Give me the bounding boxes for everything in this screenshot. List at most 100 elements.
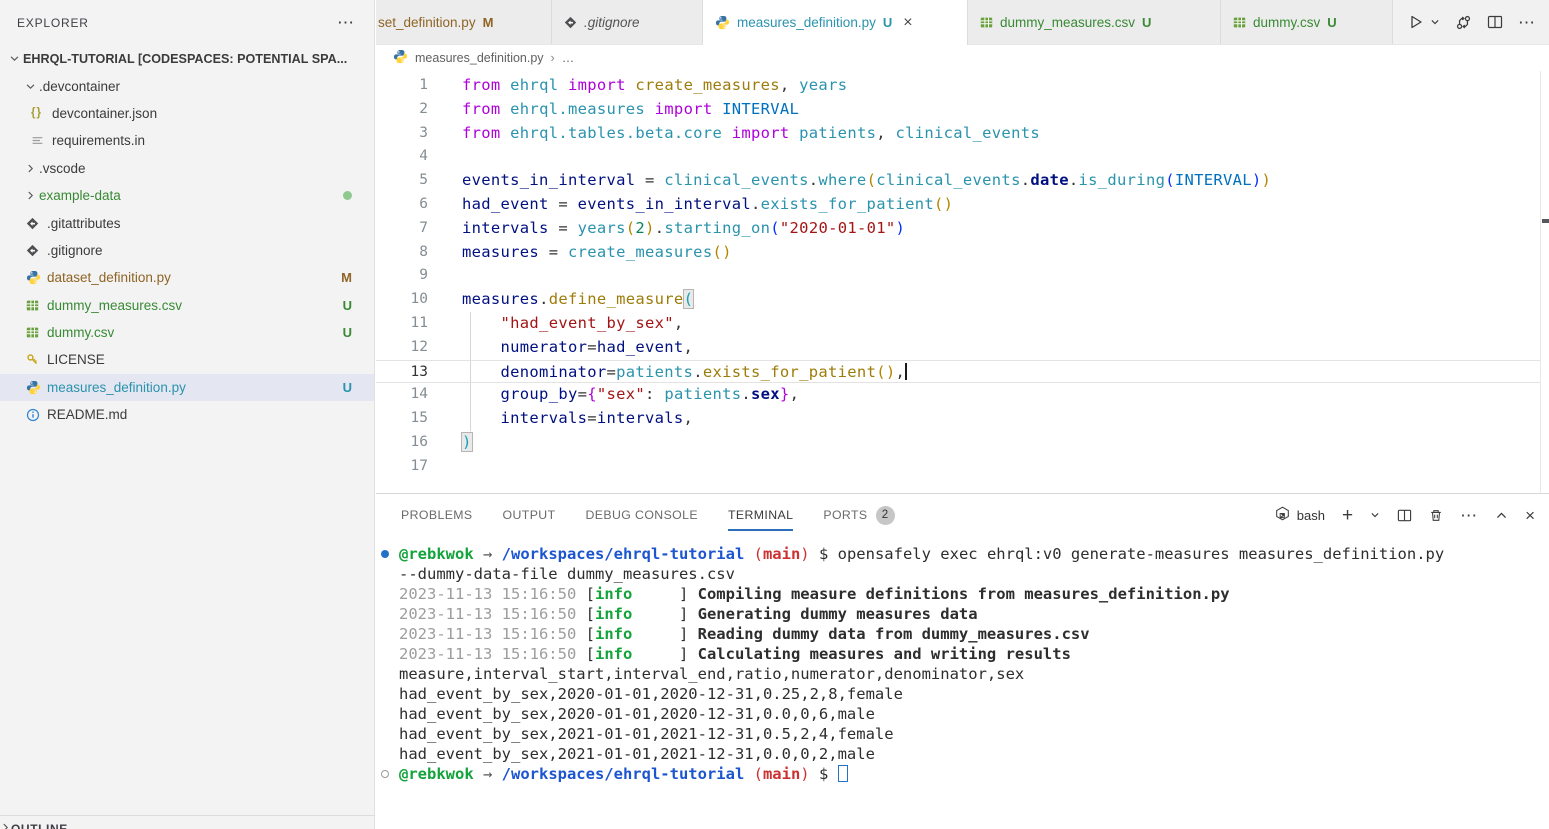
editor-cursor [905, 363, 907, 380]
git-status-badge: M [341, 270, 352, 285]
shell-name: bash [1297, 508, 1325, 523]
terminal-shell-label[interactable]: bash [1275, 506, 1325, 524]
file-label: .gitattributes [47, 216, 121, 231]
outline-section-header[interactable]: OUTLINE [0, 818, 374, 829]
terminal-line-9: had_event_by_sex,2020-01-01,2020-12-31,0… [376, 704, 1549, 724]
panel-header: PROBLEMS OUTPUT DEBUG CONSOLE TERMINAL PORTS… [376, 494, 1549, 536]
terminal-cursor [838, 765, 848, 782]
code-line-11[interactable]: 11 "had_event_by_sex", [376, 312, 1540, 336]
sidebar-item-dummy-measures-csv[interactable]: dummy_measures.csv U [0, 292, 374, 319]
tab-dummy-csv[interactable]: dummy.csvU [1221, 0, 1393, 44]
code-line-8[interactable]: 8measures = create_measures() [376, 241, 1540, 265]
panel-tab-debug-console[interactable]: DEBUG CONSOLE [586, 494, 698, 536]
tab-set-definition-py[interactable]: set_definition.pyM [376, 0, 552, 44]
code-line-9[interactable]: 9 [376, 264, 1540, 288]
code-line-14[interactable]: 14 group_by={"sex": patients.sex}, [376, 383, 1540, 407]
code-line-13[interactable]: 13 denominator=patients.exists_for_patie… [376, 360, 1540, 384]
tab-label: dummy.csv [1253, 15, 1320, 30]
code-editor[interactable]: 1from ehrql import create_measures, year… [376, 71, 1540, 493]
close-icon[interactable]: × [1525, 507, 1535, 524]
chevron-down-icon [22, 81, 39, 92]
code-line-17[interactable]: 17 [376, 455, 1540, 479]
git-status-badge: U [343, 298, 352, 313]
split-editor-icon[interactable] [1487, 14, 1503, 30]
tab-gitignore[interactable]: .gitignore [552, 0, 703, 44]
code-line-7[interactable]: 7intervals = years(2).starting_on("2020-… [376, 217, 1540, 241]
chevron-right-icon [22, 190, 39, 201]
code-line-4[interactable]: 4 [376, 145, 1540, 169]
run-icon[interactable] [1408, 14, 1424, 30]
code-line-5[interactable]: 5events_in_interval = clinical_events.wh… [376, 169, 1540, 193]
chevron-right-icon [0, 822, 11, 829]
line-number: 15 [376, 407, 428, 431]
more-actions-icon[interactable]: ⋯ [337, 13, 356, 33]
tab-measures-definition-py[interactable]: measures_definition.pyU× [703, 0, 968, 45]
code-line-6[interactable]: 6had_event = events_in_interval.exists_f… [376, 193, 1540, 217]
code-line-12[interactable]: 12 numerator=had_event, [376, 336, 1540, 360]
code-text: from ehrql.measures import INTERVAL [462, 98, 799, 122]
sidebar-item-requirements-in[interactable]: requirements.in [0, 127, 374, 154]
sidebar-item-example-data[interactable]: example-data [0, 182, 374, 209]
code-line-3[interactable]: 3from ehrql.tables.beta.core import pati… [376, 122, 1540, 146]
dropdown-icon[interactable] [1370, 510, 1380, 520]
git-status-badge: U [1142, 15, 1151, 30]
panel-tab-terminal[interactable]: TERMINAL [728, 494, 793, 536]
git-status-badge: M [483, 15, 494, 30]
csv-icon [980, 16, 993, 29]
terminal-content[interactable]: @rebkwok → /workspaces/ehrql-tutorial (m… [376, 544, 1549, 829]
sidebar-item-measures-definition-py[interactable]: measures_definition.pyU [0, 374, 374, 401]
sidebar-item-dummy-csv[interactable]: dummy.csvU [0, 319, 374, 346]
prompt-decoration-icon [381, 770, 389, 778]
csv-icon [1233, 16, 1246, 29]
editor-scrollbar[interactable] [1540, 71, 1549, 493]
code-line-10[interactable]: 10measures.define_measure( [376, 288, 1540, 312]
panel-tab-ports[interactable]: PORTS2 [823, 494, 894, 536]
file-label: .vscode [39, 161, 86, 176]
git-status-badge: U [343, 325, 352, 340]
python-icon [393, 49, 408, 67]
sidebar-item-devcontainer[interactable]: .devcontainer [0, 72, 374, 99]
line-number: 2 [376, 98, 428, 122]
file-label: requirements.in [52, 133, 145, 148]
code-line-1[interactable]: 1from ehrql import create_measures, year… [376, 74, 1540, 98]
explorer-title: EXPLORER [17, 16, 89, 30]
code-line-15[interactable]: 15 intervals=intervals, [376, 407, 1540, 431]
close-tab-icon[interactable]: × [903, 15, 912, 31]
terminal-line-1: @rebkwok → /workspaces/ehrql-tutorial (m… [376, 544, 1549, 564]
sidebar-item-devcontainer-json[interactable]: {}devcontainer.json [0, 100, 374, 127]
sidebar-item-ehrql-tutorial-codespaces-potential-spa[interactable]: EHRQL-TUTORIAL [CODESPACES: POTENTIAL SP… [0, 45, 374, 72]
breadcrumb-symbol[interactable]: … [562, 51, 575, 65]
panel-tab-output[interactable]: OUTPUT [503, 494, 556, 536]
maximize-icon[interactable] [1495, 509, 1508, 522]
code-text: had_event = events_in_interval.exists_fo… [462, 193, 953, 217]
line-number: 14 [376, 383, 428, 407]
kill-terminal-icon[interactable] [1429, 508, 1443, 523]
sidebar-item-license[interactable]: LICENSE [0, 346, 374, 373]
code-text: measures.define_measure( [462, 288, 693, 312]
sidebar-item-gitattributes[interactable]: .gitattributes [0, 209, 374, 236]
file-label: dummy_measures.csv [47, 298, 182, 313]
breadcrumb-file[interactable]: measures_definition.py [415, 51, 544, 65]
panel-tab-problems[interactable]: PROBLEMS [401, 494, 473, 536]
code-text: events_in_interval = clinical_events.whe… [462, 169, 1271, 193]
editor-group: set_definition.pyM.gitignoremeasures_def… [376, 0, 1549, 829]
tab-dummy-measures-csv[interactable]: dummy_measures.csvU [968, 0, 1221, 44]
code-line-16[interactable]: 16) [376, 431, 1540, 455]
editor-actions: ⋯ [1393, 0, 1549, 44]
dropdown-icon[interactable] [1430, 17, 1440, 27]
open-changes-icon[interactable] [1455, 14, 1472, 31]
new-terminal-icon[interactable]: + [1342, 506, 1353, 525]
code-line-2[interactable]: 2 from ehrql.measures import INTERVAL [376, 98, 1540, 122]
sidebar-item-gitignore[interactable]: .gitignore [0, 237, 374, 264]
breadcrumb-separator: › [551, 51, 555, 65]
sidebar-item-dataset-definition-py[interactable]: dataset_definition.pyM [0, 264, 374, 291]
split-terminal-icon[interactable] [1397, 508, 1412, 523]
sidebar-item-vscode[interactable]: .vscode [0, 155, 374, 182]
file-label: EHRQL-TUTORIAL [CODESPACES: POTENTIAL SP… [23, 52, 347, 66]
more-icon[interactable]: ⋯ [1518, 14, 1536, 31]
terminal-line-3: 2023-11-13 15:16:50 [info ] Compiling me… [376, 584, 1549, 604]
line-number: 17 [376, 455, 428, 479]
csv-icon [26, 299, 47, 312]
more-icon[interactable]: ⋯ [1460, 507, 1478, 524]
sidebar-item-readme-md[interactable]: README.md [0, 401, 374, 428]
